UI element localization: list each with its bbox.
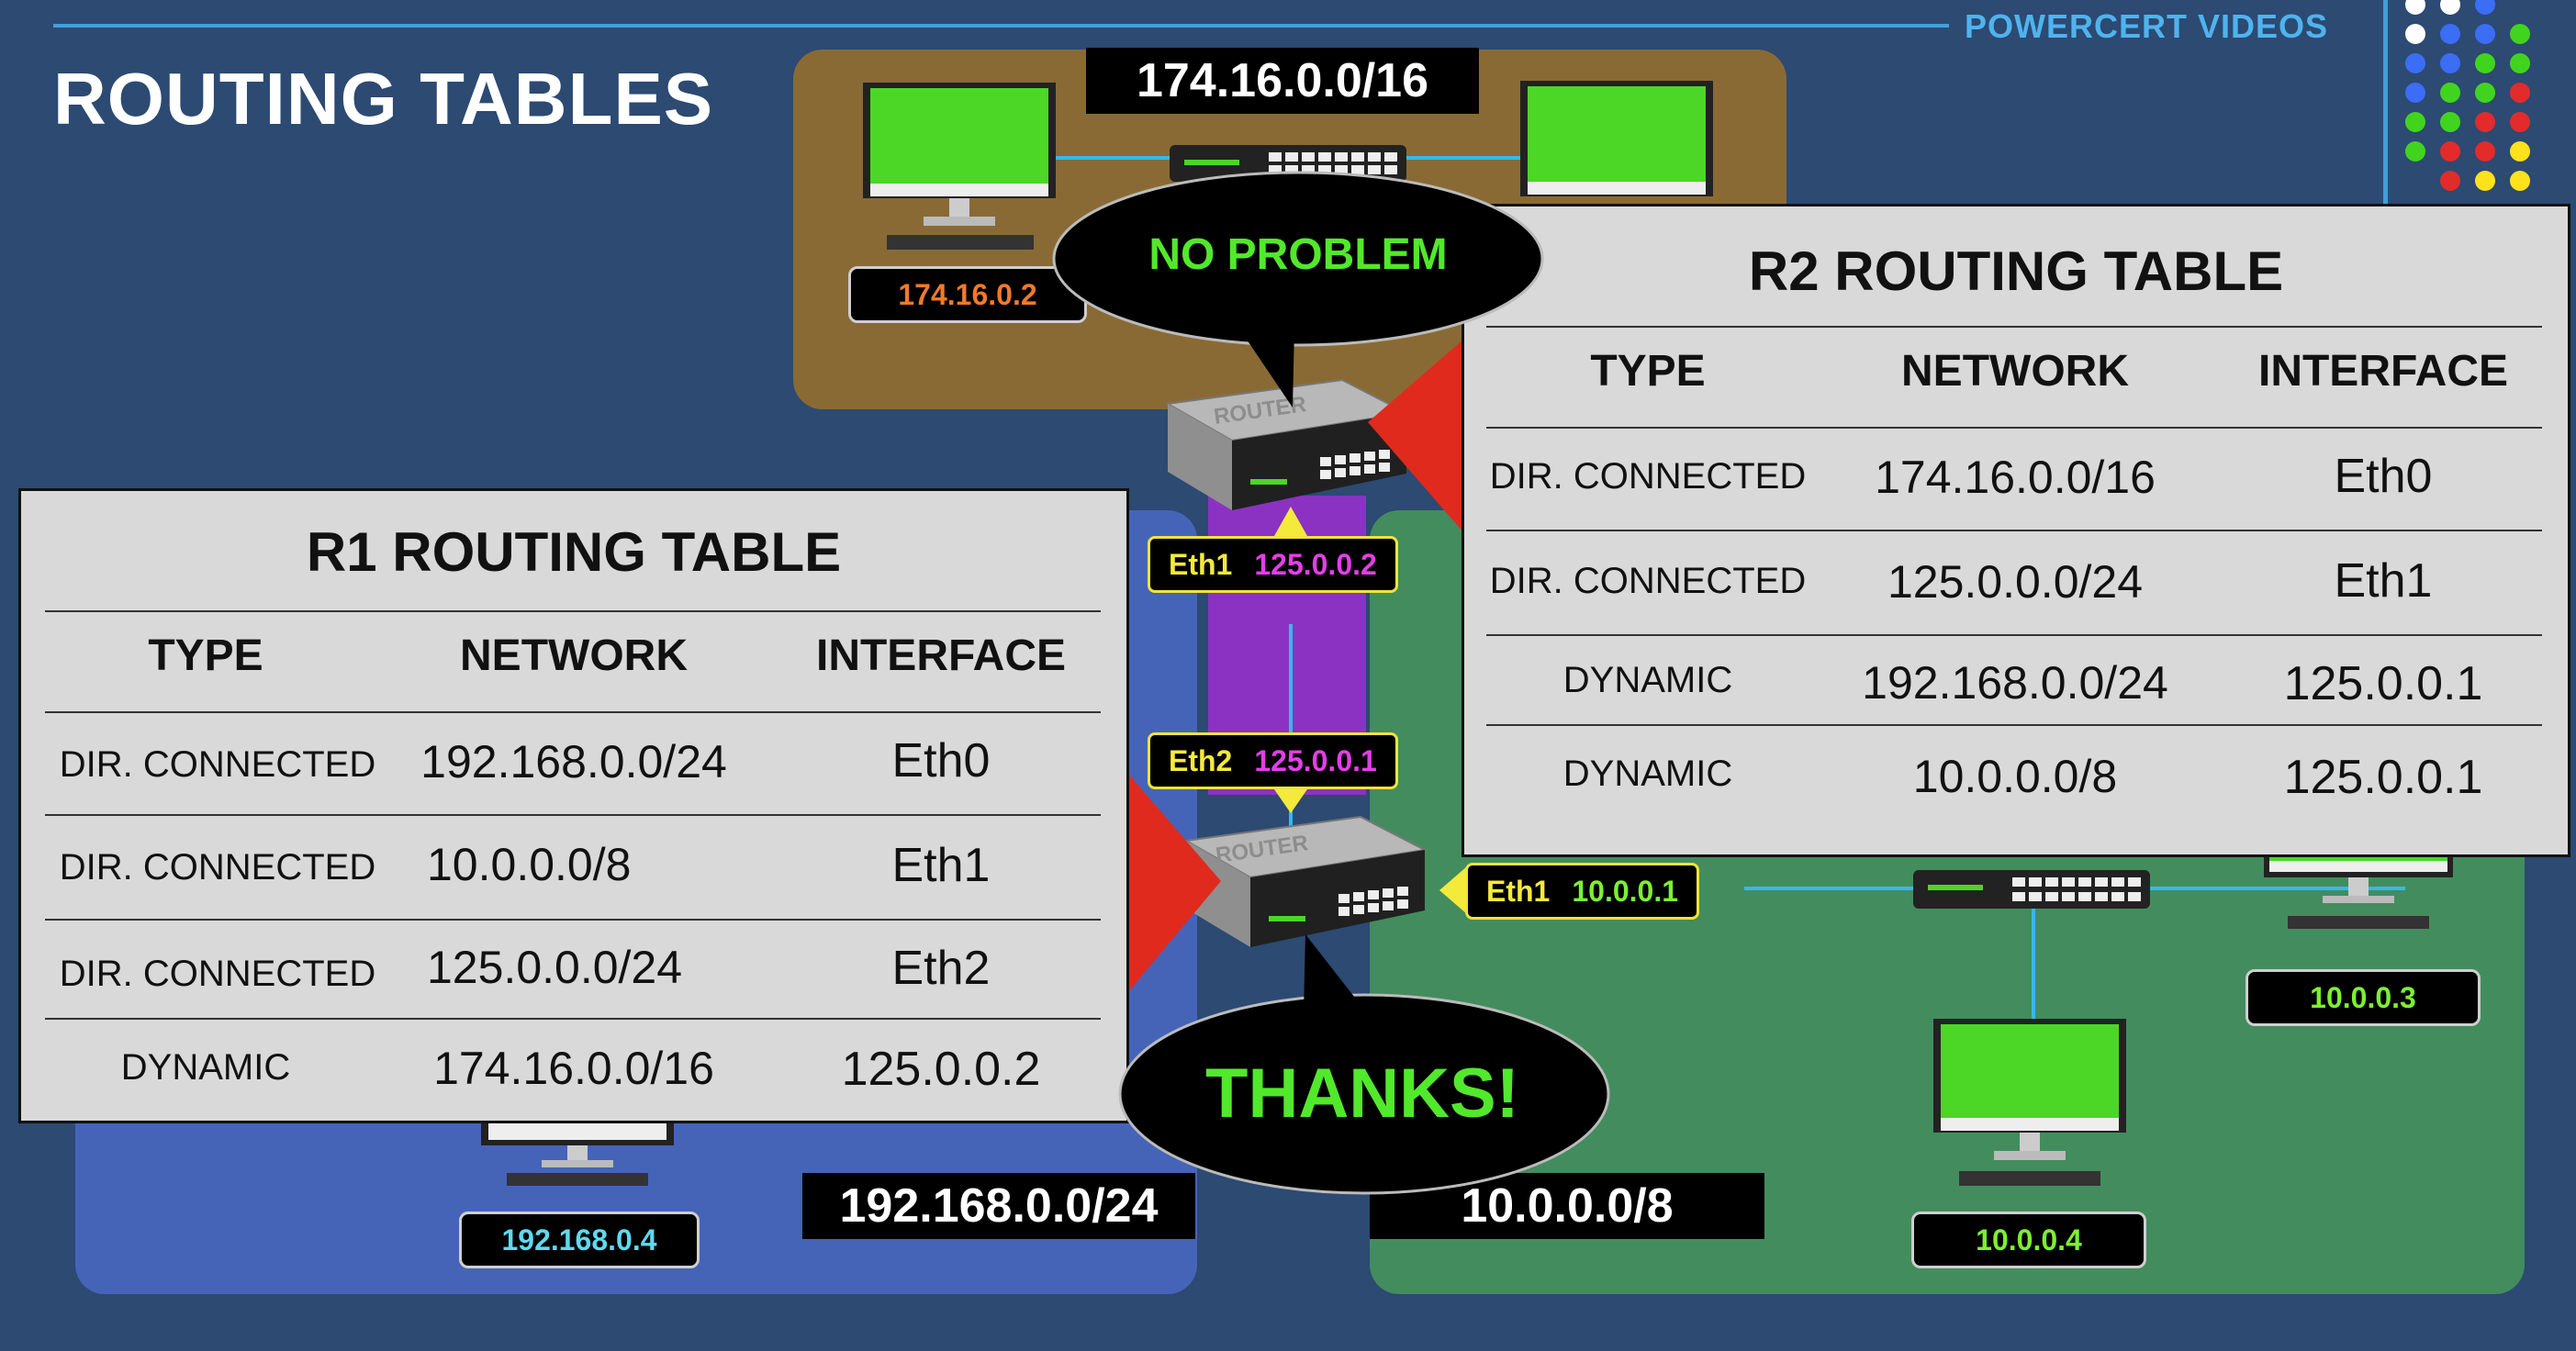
speech-bubble-top-text: NO PROBLEM [1148,230,1448,279]
row2-network: 125.0.0.0/24 [1887,556,2144,608]
header-interface: INTERFACE [815,631,1066,680]
table-title: R1 ROUTING TABLE [306,521,842,583]
row3-type: DYNAMIC [1562,660,1733,700]
row3-interface: Eth2 [891,942,991,995]
header-network: NETWORK [460,631,688,680]
row4-interface: 125.0.0.1 [2283,751,2483,804]
row2-interface: Eth1 [2334,554,2433,608]
row4-interface: 125.0.0.2 [841,1043,1041,1096]
r1-routing-table: R1 ROUTING TABLE TYPE NETWORK INTERFACE … [18,488,1129,1123]
speech-bubble-bottom-text: THANKS! [1205,1055,1519,1133]
row2-network: 10.0.0.0/8 [427,839,632,890]
row3-interface: 125.0.0.1 [2283,657,2483,710]
row3-network: 125.0.0.0/24 [427,942,683,993]
row1-network: 174.16.0.0/16 [1875,452,2156,503]
row2-interface: Eth1 [891,839,991,892]
row1-network: 192.168.0.0/24 [420,736,727,787]
speech-bubble-top [1052,171,1544,408]
table-title: R2 ROUTING TABLE [1748,240,2284,302]
row1-interface: Eth0 [891,734,991,787]
row2-type: DIR. CONNECTED [1489,561,1807,601]
row3-network: 192.168.0.0/24 [1862,657,2168,709]
header-interface: INTERFACE [2257,347,2508,396]
row1-interface: Eth0 [2334,450,2433,503]
header-type: TYPE [148,631,263,680]
row2-type: DIR. CONNECTED [59,847,376,888]
row4-type: DYNAMIC [120,1047,291,1088]
row1-type: DIR. CONNECTED [1489,456,1807,497]
header-network: NETWORK [1901,347,2129,396]
row4-type: DYNAMIC [1562,754,1733,794]
row3-type: DIR. CONNECTED [59,954,376,994]
r2-routing-table: R2 ROUTING TABLE TYPE NETWORK INTERFACE … [1462,204,2570,857]
row1-type: DIR. CONNECTED [59,744,376,785]
row4-network: 174.16.0.0/16 [433,1043,714,1094]
row4-network: 10.0.0.0/8 [1912,751,2118,802]
